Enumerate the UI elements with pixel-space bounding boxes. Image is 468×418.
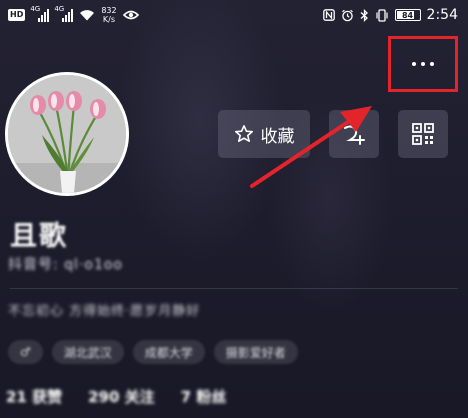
wifi-icon (80, 10, 95, 21)
vibrate-icon (375, 8, 388, 22)
tag-chip[interactable]: 成都大学 (132, 340, 205, 364)
stat-likes[interactable]: 21 获赞 (6, 386, 62, 407)
profile-name: 且歌 (10, 221, 68, 252)
battery-icon: 84 (394, 9, 421, 21)
tulip-image (8, 75, 126, 193)
status-bar: HD 4G 4G 832 K/s 84 2:54 (0, 0, 468, 30)
signal-label-2: 4G (54, 5, 65, 13)
qr-code-button[interactable] (398, 110, 448, 158)
star-icon (234, 125, 253, 142)
hd-badge: HD (8, 9, 26, 21)
stat-following[interactable]: 290 关注 (88, 386, 155, 407)
add-friend-button[interactable] (329, 110, 379, 158)
tag-chip[interactable]: 湖北武汉 (51, 340, 124, 364)
profile-stats: 21 获赞 290 关注 7 粉丝 (6, 386, 226, 407)
qr-code-icon (412, 123, 434, 145)
bluetooth-icon (360, 8, 368, 22)
signal-icon: 4G (30, 5, 50, 22)
add-friend-icon (344, 125, 365, 145)
alarm-icon (341, 9, 353, 21)
battery-level: 84 (401, 10, 414, 20)
net-speed-value: 832 (101, 6, 117, 15)
nfc-icon (322, 9, 335, 21)
avatar[interactable] (5, 72, 129, 196)
stat-followers[interactable]: 7 粉丝 (181, 386, 227, 407)
status-bar-left: HD 4G 4G 832 K/s (8, 5, 139, 24)
profile-bio: 不忘初心 方得始终·愿岁月静好 (8, 304, 201, 319)
favorite-label: 收藏 (260, 126, 295, 147)
profile-tags: ♂ 湖北武汉 成都大学 摄影爱好者 (8, 340, 298, 364)
net-speed: 832 K/s (101, 6, 116, 24)
tag-chip[interactable]: ♂ (8, 340, 43, 364)
status-time: 2:54 (426, 7, 458, 23)
divider (10, 288, 458, 289)
net-speed-unit: K/s (102, 15, 116, 24)
status-bar-right: 84 2:54 (322, 7, 458, 23)
eye-icon (122, 10, 139, 20)
more-options-button[interactable] (388, 36, 458, 92)
tag-chip[interactable]: 摄影爱好者 (213, 340, 298, 364)
favorite-button[interactable]: 收藏 (218, 110, 310, 158)
profile-user-id: 抖音号: ql·o1oo (8, 257, 123, 273)
signal-icon-2: 4G (54, 5, 74, 22)
signal-label: 4G (30, 5, 41, 13)
more-dots-icon (412, 62, 434, 66)
